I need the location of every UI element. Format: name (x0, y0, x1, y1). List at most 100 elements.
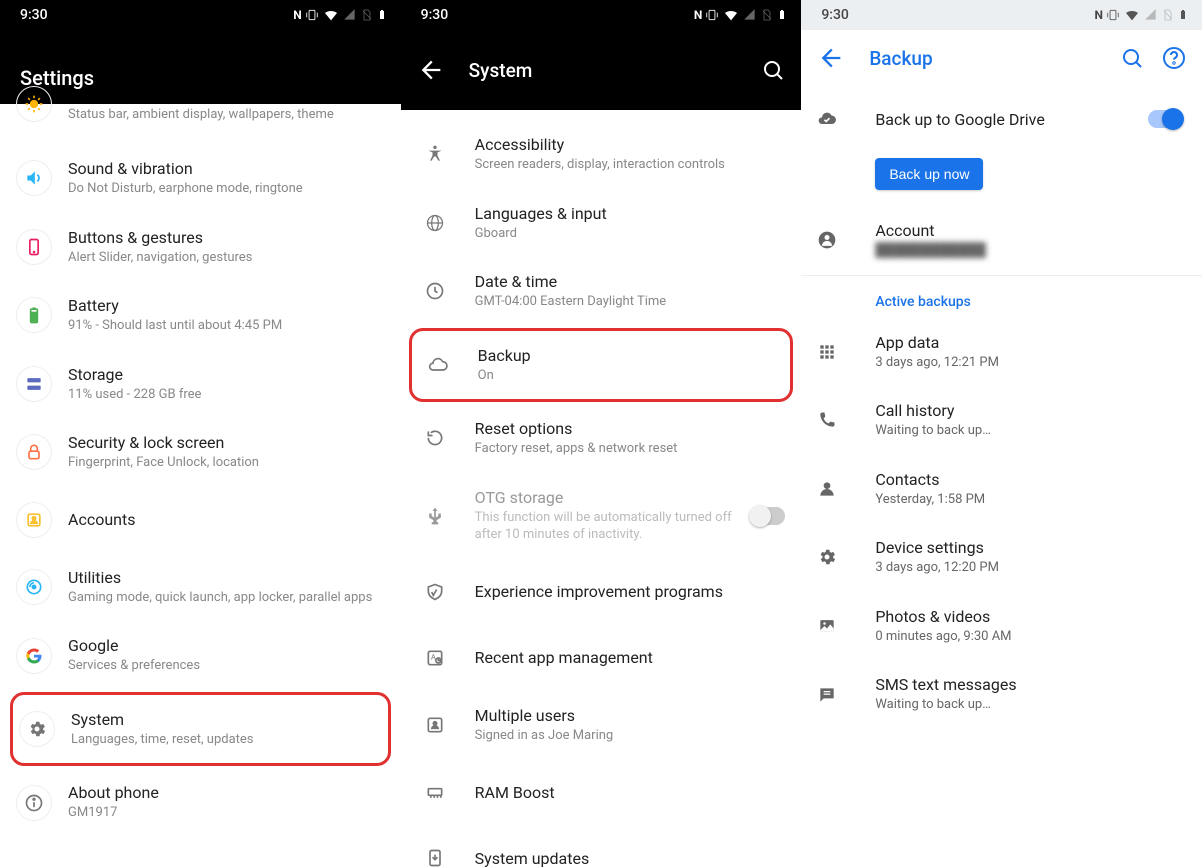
backup-item-appdata[interactable]: App data 3 days ago, 12:21 PM (801, 318, 1202, 387)
lock-icon (16, 434, 52, 470)
item-title: App data (875, 333, 1186, 352)
accessibility-icon (417, 136, 453, 172)
item-title: Contacts (875, 470, 1186, 489)
status-time: 9:30 (20, 7, 48, 23)
signal-icon (343, 8, 357, 22)
search-button[interactable] (761, 58, 785, 82)
settings-item-display[interactable]: Status bar, ambient display, wallpapers,… (0, 104, 401, 144)
battery-icon (377, 7, 387, 23)
settings-item-sub: 91% - Should last until about 4:45 PM (68, 317, 385, 335)
settings-item-security[interactable]: Security & lock screen Fingerprint, Face… (0, 418, 401, 487)
system-item-users[interactable]: Multiple users Signed in as Joe Maring (401, 691, 802, 760)
account-value: ████████████ (875, 242, 1186, 260)
back-button[interactable] (817, 44, 845, 72)
otg-toggle[interactable] (751, 507, 785, 525)
sound-icon (16, 160, 52, 196)
settings-item-title: System (71, 710, 372, 729)
settings-item-sub: Alert Slider, navigation, gestures (68, 249, 385, 267)
usb-icon (417, 498, 453, 534)
settings-item-gestures[interactable]: Buttons & gestures Alert Slider, navigat… (0, 213, 401, 282)
system-item-accessibility[interactable]: Accessibility Screen readers, display, i… (401, 120, 802, 189)
system-item-otg[interactable]: OTG storage This function will be automa… (401, 473, 802, 559)
settings-item-title: Utilities (68, 568, 385, 587)
nfc-icon: N (694, 8, 701, 22)
item-title: Multiple users (475, 706, 786, 725)
backup-now-button[interactable]: Back up now (875, 158, 983, 190)
system-item-updates[interactable]: System updates (401, 825, 802, 867)
help-button[interactable] (1162, 46, 1186, 70)
backup-item-contacts[interactable]: Contacts Yesterday, 1:58 PM (801, 455, 1202, 524)
item-sub: 3 days ago, 12:20 PM (875, 559, 1186, 577)
settings-item-accounts[interactable]: Accounts (0, 487, 401, 553)
phone-screen-backup: 9:30 N Backup Back up to Google Drive Ba… (801, 0, 1202, 867)
users-icon (417, 707, 453, 743)
reset-icon (417, 420, 453, 456)
settings-list: Status bar, ambient display, wallpapers,… (0, 104, 401, 837)
page-title: Backup (869, 47, 932, 70)
settings-item-sub: Gaming mode, quick launch, app locker, p… (68, 589, 385, 607)
page-title: Settings (0, 30, 401, 110)
item-title: Backup (478, 346, 775, 365)
backup-content: Back up to Google Drive Back up now Acco… (801, 86, 1202, 729)
backup-item-device[interactable]: Device settings 3 days ago, 12:20 PM (801, 523, 1202, 592)
settings-item-system[interactable]: System Languages, time, reset, updates (13, 695, 388, 764)
settings-item-sound[interactable]: Sound & vibration Do Not Disturb, earpho… (0, 144, 401, 213)
account-row[interactable]: Account ████████████ (801, 206, 1202, 275)
settings-item-google[interactable]: Google Services & preferences (0, 621, 401, 690)
system-list: Accessibility Screen readers, display, i… (401, 110, 802, 867)
settings-item-title: Accounts (68, 510, 385, 529)
system-item-backup[interactable]: Backup On (412, 331, 791, 400)
system-item-ram[interactable]: RAM Boost (401, 759, 802, 825)
gear-icon (817, 539, 859, 575)
search-button[interactable] (1120, 46, 1144, 70)
settings-item-title: Google (68, 636, 385, 655)
system-item-recent[interactable]: A Recent app management (401, 625, 802, 691)
account-label: Account (875, 221, 1186, 240)
settings-item-sub: GM1917 (68, 804, 385, 822)
item-sub: On (478, 367, 775, 385)
item-sub: Waiting to back up… (875, 422, 1186, 440)
item-title: Date & time (475, 272, 786, 291)
cloud-done-icon (817, 101, 859, 137)
system-item-datetime[interactable]: Date & time GMT-04:00 Eastern Daylight T… (401, 257, 802, 326)
wifi-icon (723, 7, 739, 23)
item-sub: 0 minutes ago, 9:30 AM (875, 628, 1186, 646)
settings-item-battery[interactable]: Battery 91% - Should last until about 4:… (0, 281, 401, 350)
settings-item-about[interactable]: About phone GM1917 (0, 768, 401, 837)
backup-item-photos[interactable]: Photos & videos 0 minutes ago, 9:30 AM (801, 592, 1202, 661)
display-icon (16, 86, 52, 122)
ram-icon (417, 774, 453, 810)
settings-item-utilities[interactable]: Utilities Gaming mode, quick launch, app… (0, 553, 401, 622)
battery-icon (1178, 7, 1188, 23)
item-sub: Screen readers, display, interaction con… (475, 156, 786, 174)
info-icon (16, 785, 52, 821)
settings-item-storage[interactable]: Storage 11% used - 228 GB free (0, 350, 401, 419)
cloud-icon (420, 347, 456, 383)
system-item-experience[interactable]: Experience improvement programs (401, 559, 802, 625)
status-icons-cluster: N (1095, 7, 1188, 23)
settings-item-title: Security & lock screen (68, 433, 385, 452)
item-title: System updates (475, 849, 786, 867)
globe-icon (417, 205, 453, 241)
system-item-languages[interactable]: Languages & input Gboard (401, 189, 802, 258)
section-active-backups: Active backups (801, 276, 1202, 318)
settings-item-title: About phone (68, 783, 385, 802)
battery-icon (16, 297, 52, 333)
battery-icon (777, 7, 787, 23)
appbar: System (401, 30, 802, 110)
back-button[interactable] (417, 56, 445, 84)
message-icon (817, 677, 859, 713)
backup-item-sms[interactable]: SMS text messages Waiting to back up… (801, 660, 1202, 729)
highlight-backup: Backup On (409, 328, 794, 403)
recent-icon: A (417, 640, 453, 676)
gestures-icon (16, 229, 52, 265)
appbar: Backup (801, 30, 1202, 86)
apps-icon (817, 334, 859, 370)
backup-toggle[interactable] (1148, 110, 1182, 128)
backup-item-callhistory[interactable]: Call history Waiting to back up… (801, 386, 1202, 455)
phone-screen-system: 9:30 N System Accessibility Screen reade… (401, 0, 802, 867)
item-title: Call history (875, 401, 1186, 420)
backup-to-drive-row[interactable]: Back up to Google Drive (801, 86, 1202, 152)
system-item-reset[interactable]: Reset options Factory reset, apps & netw… (401, 404, 802, 473)
signal-icon (1144, 8, 1158, 22)
